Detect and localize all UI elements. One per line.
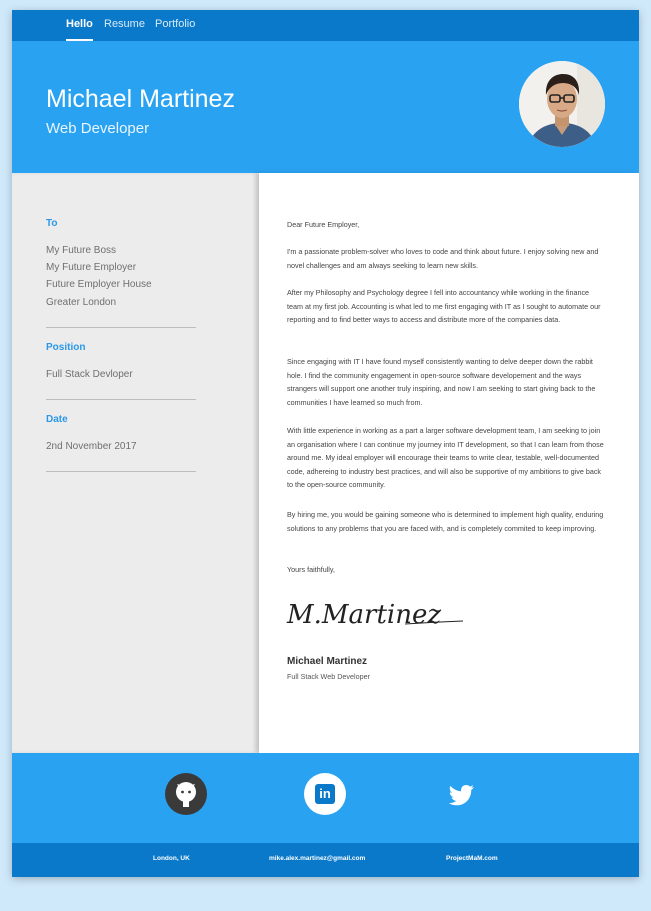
closing: Yours faithfully, (287, 565, 335, 574)
letter-body: Dear Future Employer, I'm a passionate p… (259, 173, 639, 753)
twitter-icon[interactable] (441, 773, 483, 815)
divider (46, 327, 196, 328)
salutation: Dear Future Employer, (287, 220, 360, 229)
letter-paragraph: By hiring me, you would be gaining someo… (287, 510, 604, 533)
avatar (519, 61, 605, 147)
person-title: Web Developer (46, 120, 150, 137)
portrait-photo (519, 61, 605, 147)
nav-portfolio[interactable]: Portfolio (155, 10, 195, 39)
date-heading: Date (46, 414, 68, 425)
recipient-line: Future Employer House (46, 279, 152, 290)
divider (46, 471, 196, 472)
position-value: Full Stack Devloper (46, 369, 133, 380)
top-nav: Hello Resume Portfolio (12, 10, 639, 41)
person-name: Michael Martinez (46, 85, 235, 113)
website-link[interactable]: ProjectMaM.com (446, 855, 498, 862)
letter-paragraph: After my Philosophy and Psychology degre… (287, 288, 601, 324)
github-icon[interactable] (165, 773, 207, 815)
nav-hello[interactable]: Hello (66, 10, 93, 41)
signatory-role: Full Stack Web Developer (287, 672, 370, 681)
signature-text: M.Martinez (286, 600, 441, 630)
sidebar: To My Future Boss My Future Employer Fut… (12, 173, 259, 753)
header-banner: Michael Martinez Web Developer (12, 41, 639, 173)
nav-resume[interactable]: Resume (104, 10, 145, 39)
position-heading: Position (46, 342, 86, 353)
divider (46, 399, 196, 400)
cover-letter-page: Hello Resume Portfolio Michael Martinez … (12, 10, 639, 877)
letter-paragraph: Since engaging with IT I have found myse… (287, 357, 596, 407)
signature-image: M.Martinez (286, 600, 464, 630)
letter-paragraph: I'm a passionate problem-solver who love… (287, 247, 599, 270)
email-link[interactable]: mike.alex.martinez@gmail.com (269, 855, 365, 862)
to-heading: To (46, 218, 58, 229)
signatory-name: Michael Martinez (287, 656, 368, 667)
social-footer: in (12, 753, 639, 843)
linkedin-glyph: in (315, 784, 335, 804)
linkedin-icon[interactable]: in (304, 773, 346, 815)
contact-footer: London, UK mike.alex.martinez@gmail.com … (12, 843, 639, 877)
location-text: London, UK (153, 855, 190, 862)
recipient-line: Greater London (46, 297, 117, 308)
recipient-line: My Future Boss (46, 245, 117, 256)
letter-paragraph: With little experience in working as a p… (287, 426, 604, 489)
recipient-line: My Future Employer (46, 262, 137, 273)
date-value: 2nd November 2017 (46, 441, 137, 452)
